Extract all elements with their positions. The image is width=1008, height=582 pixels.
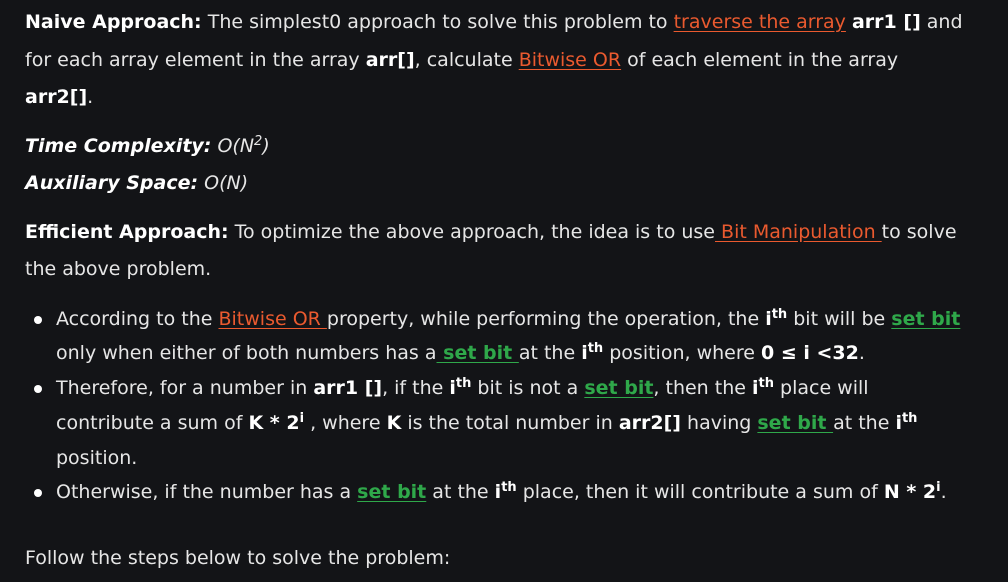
sum-expression: K * 2i [248, 410, 305, 434]
text: . [87, 86, 94, 108]
text: , calculate [414, 48, 519, 71]
text: The simplest0 approach to solve this pro… [201, 11, 674, 33]
arr2-term: arr2[] [25, 86, 88, 108]
efficient-approach-heading: Efficient Approach: [25, 220, 229, 243]
set-bit-link[interactable]: set bit [891, 308, 960, 330]
efficient-approach-paragraph: Efficient Approach: To optimize the abov… [25, 214, 965, 288]
text: To optimize the above approach, the idea… [228, 220, 715, 243]
arr1-term: arr1 [] [851, 11, 921, 33]
follow-steps-text: Follow the steps below to solve the prob… [25, 547, 451, 569]
set-bit-link[interactable]: set bit [357, 481, 426, 503]
traverse-array-link[interactable]: traverse the array [674, 11, 846, 33]
naive-approach-heading: Naive Approach: [25, 11, 202, 33]
bit-manipulation-link[interactable]: Bit Manipulation [715, 221, 882, 243]
time-complexity-value: O(N2) [211, 133, 270, 157]
bullet-list: According to the Bitwise OR property, wh… [25, 302, 965, 511]
list-item: Otherwise, if the number has a set bit a… [34, 475, 965, 510]
list-item: According to the Bitwise OR property, wh… [34, 302, 965, 372]
text: of each element in the array [621, 48, 899, 71]
set-bit-link[interactable]: set bit [437, 342, 519, 364]
bitwise-or-link[interactable]: Bitwise OR [519, 49, 621, 71]
set-bit-link[interactable]: set bit [584, 377, 653, 399]
naive-approach-paragraph: Naive Approach: The simplest0 approach t… [25, 4, 965, 117]
bitwise-or-link[interactable]: Bitwise OR [218, 308, 326, 330]
bullet-icon [34, 385, 42, 394]
time-complexity-label: Time Complexity: [25, 134, 212, 157]
complexity-paragraph: Time Complexity: O(N2) Auxiliary Space: O… [25, 128, 965, 202]
range-condition: 0 ≤ i <32 [760, 342, 859, 365]
arr-term: arr[] [365, 48, 415, 71]
list-item: Therefore, for a number in arr1 [], if t… [34, 371, 965, 475]
set-bit-link[interactable]: set bit [757, 412, 833, 434]
article-content: Naive Approach: The simplest0 approach t… [25, 4, 965, 569]
sum-expression: N * 2i [883, 480, 941, 504]
auxiliary-space-value: O(N) [198, 171, 249, 194]
bullet-icon [34, 489, 42, 498]
bullet-icon [34, 315, 42, 324]
auxiliary-space-label: Auxiliary Space: [25, 171, 199, 194]
